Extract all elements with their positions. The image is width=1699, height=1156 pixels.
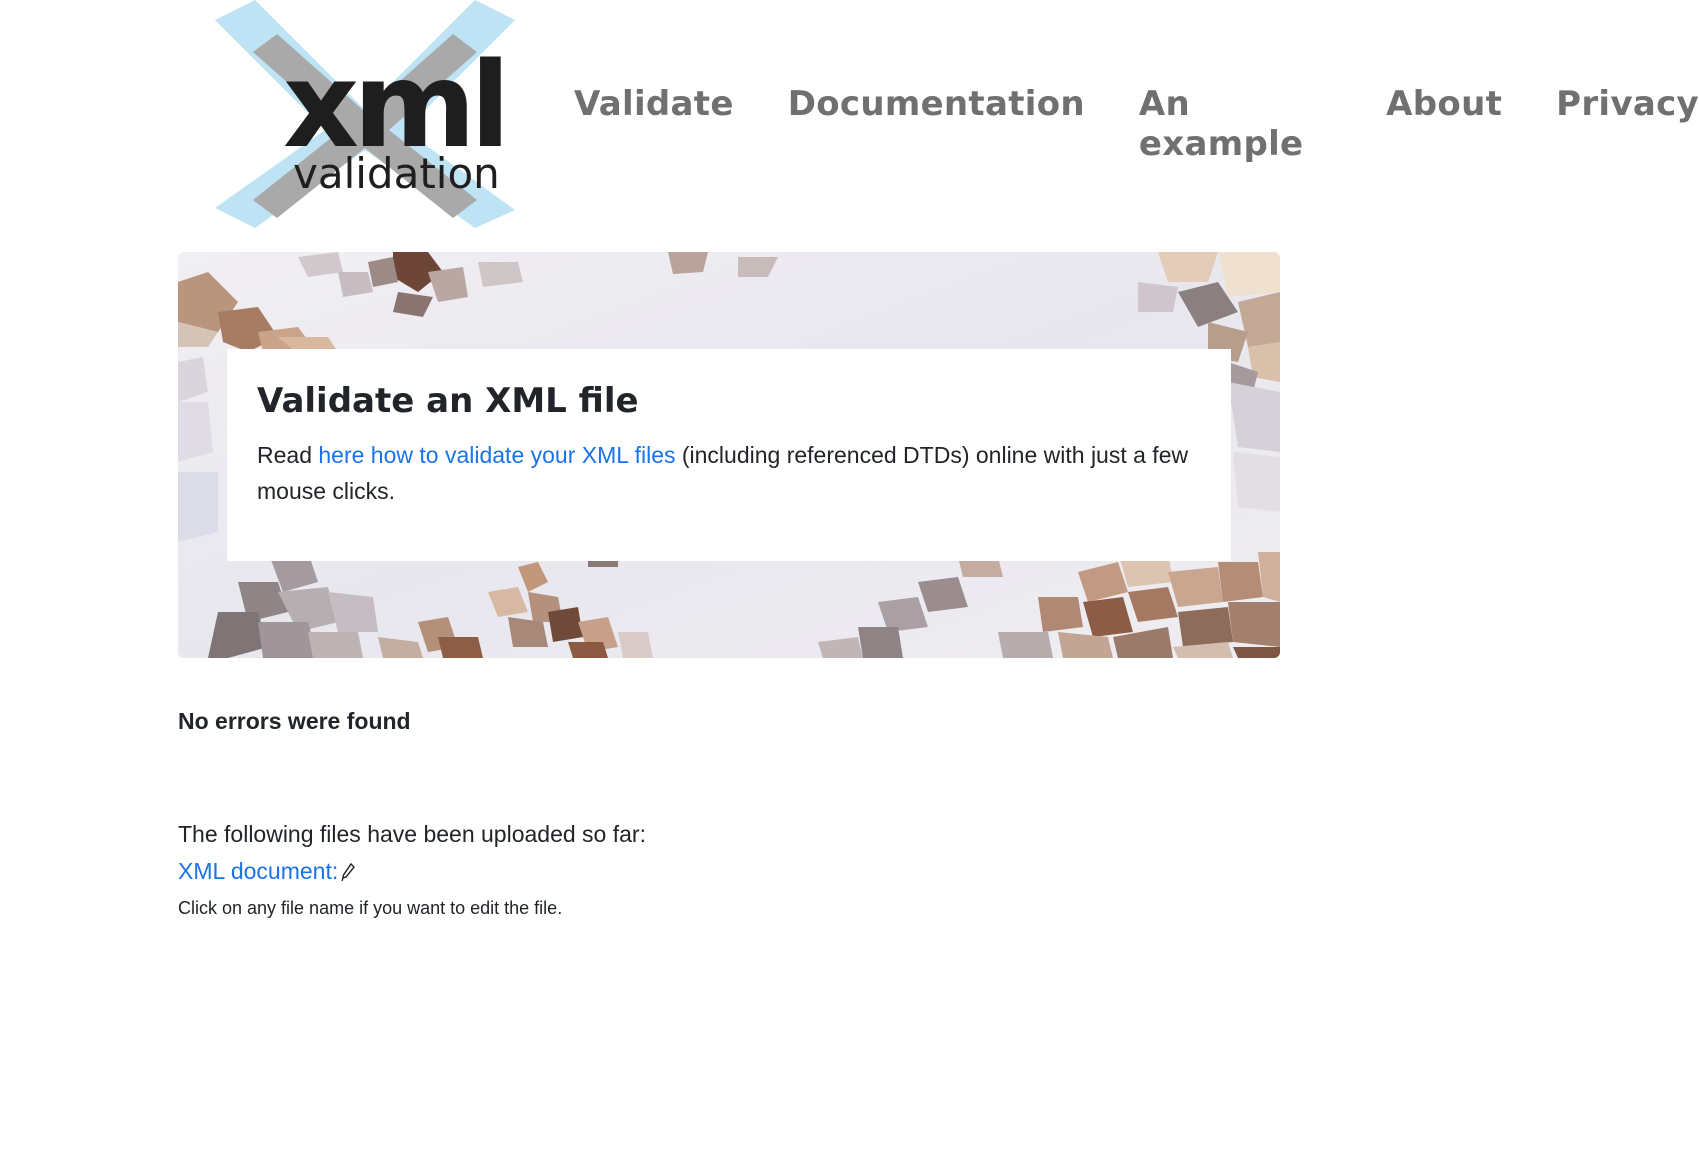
hero-title: Validate an XML file [257,381,639,421]
edit-hint: Click on any file name if you want to ed… [178,898,563,918]
hero-card: Validate an XML file Read here how to va… [227,349,1231,561]
file-link-label: XML document: [178,858,339,884]
file-list: XML document: [178,853,646,890]
hero-banner: Validate an XML file Read here how to va… [178,252,1280,658]
page: xml validation Validate Documentation An… [0,0,1699,1156]
file-link-xml-document[interactable]: XML document: [178,853,356,890]
hero-description: Read here how to validate your XML files… [257,437,1201,509]
nav-documentation[interactable]: Documentation [788,84,1085,164]
nav-privacy[interactable]: Privacy [1556,84,1699,164]
uploaded-files-intro: The following files have been uploaded s… [178,821,646,847]
how-to-validate-link[interactable]: here how to validate your XML files [318,442,675,468]
nav-about[interactable]: About [1386,84,1502,164]
logo-text-sub: validation [293,149,500,198]
nav-an-example[interactable]: An example [1139,84,1332,164]
uploaded-files-section: The following files have been uploaded s… [178,816,646,926]
nav-validate[interactable]: Validate [574,84,734,164]
validation-result: No errors were found [178,708,411,734]
pencil-icon [341,862,356,881]
main-nav: Validate Documentation An example About … [574,84,1699,164]
hero-text-before: Read [257,442,319,468]
site-logo[interactable]: xml validation [205,0,515,228]
